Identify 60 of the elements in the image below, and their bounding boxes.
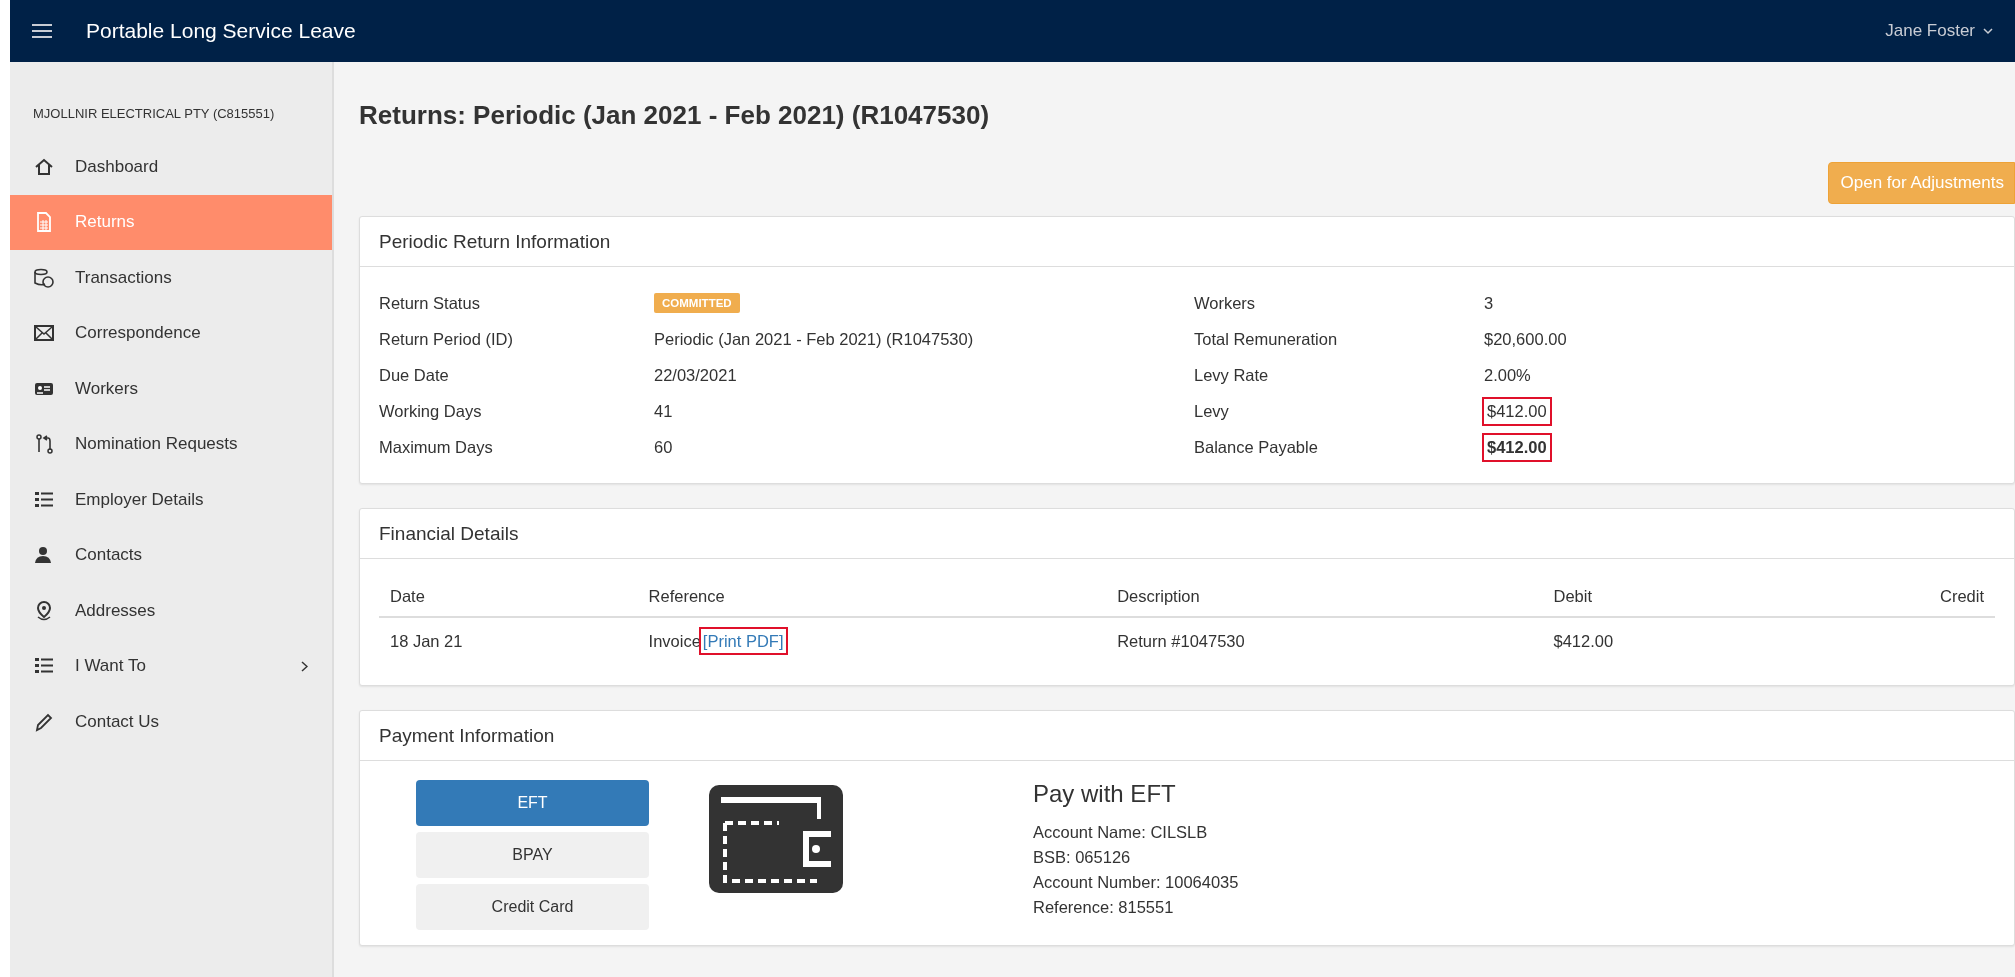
field-value: 41: [654, 401, 673, 421]
sidebar-item[interactable]: Contacts: [10, 527, 332, 583]
payment-method-tab[interactable]: BPAY: [416, 832, 649, 878]
field-label: Levy Rate: [1194, 365, 1269, 385]
app-title: Portable Long Service Leave: [86, 19, 357, 43]
sidebar-item[interactable]: Transactions: [10, 250, 332, 306]
field-label: Levy: [1194, 401, 1229, 421]
panel-title: Financial Details: [379, 522, 519, 545]
status-badge: COMMITTED: [654, 293, 740, 313]
payment-detail: Reference: 815551: [1033, 897, 1175, 918]
field-label: Balance Payable: [1194, 437, 1318, 457]
field-label: Return Status: [379, 293, 480, 313]
table-cell: 18 Jan 21: [379, 617, 638, 665]
field-label: Return Period (ID): [379, 329, 513, 349]
table-cell: Invoice: [648, 632, 701, 650]
sidebar-item[interactable]: Employer Details: [10, 472, 332, 528]
sidebar-item[interactable]: Contact Us: [10, 694, 332, 750]
branch-icon: [33, 433, 55, 456]
panel-title: Periodic Return Information: [379, 230, 611, 253]
sidebar-item[interactable]: I Want To: [10, 638, 332, 694]
payment-detail: Account Number: 10064035: [1033, 872, 1239, 893]
field-value: 60: [654, 437, 673, 457]
payment-method-tab[interactable]: Credit Card: [416, 884, 649, 930]
table-cell: Return #1047530: [1106, 617, 1543, 665]
field-label: Workers: [1194, 293, 1256, 313]
menu-icon[interactable]: [32, 23, 52, 39]
field-label: Due Date: [379, 365, 449, 385]
field-value: 2.00%: [1484, 365, 1531, 385]
column-header: Date: [379, 577, 638, 617]
sidebar-item[interactable]: Addresses: [10, 583, 332, 639]
field-label: Working Days: [379, 401, 482, 421]
sidebar-item[interactable]: Correspondence: [10, 305, 332, 361]
field-label: Total Remuneration: [1194, 329, 1338, 349]
print-pdf-link[interactable]: [Print PDF]: [700, 629, 786, 653]
page-title: Returns: Periodic (Jan 2021 - Feb 2021) (R1047530): [359, 100, 991, 131]
highlighted-value: $412.00: [1484, 398, 1550, 424]
payment-heading: Pay with EFT: [1033, 780, 1177, 808]
field-value: 3: [1484, 293, 1494, 313]
payment-detail: Account Name: CILSLB: [1033, 822, 1209, 843]
payment-method-tab[interactable]: EFT: [416, 780, 649, 826]
sidebar-item[interactable]: Nomination Requests: [10, 416, 332, 472]
company-name: MJOLLNIR ELECTRICAL PTY (C815551): [32, 106, 276, 123]
field-label: Maximum Days: [379, 437, 493, 457]
column-header: Reference: [637, 577, 1107, 617]
chevron-down-icon[interactable]: [1983, 27, 1993, 35]
column-header: Credit: [1865, 577, 1995, 617]
payment-detail: BSB: 065126: [1033, 847, 1132, 868]
coins-icon: [33, 266, 55, 289]
column-header: Description: [1106, 577, 1543, 617]
highlighted-value: $412.00: [1484, 434, 1550, 460]
wallet-icon: [709, 785, 843, 893]
field-value: $20,600.00: [1484, 329, 1567, 349]
table-cell: $412.00: [1542, 617, 1866, 665]
sidebar-item[interactable]: Dashboard: [10, 139, 332, 195]
panel-title: Payment Information: [379, 724, 555, 747]
user-menu[interactable]: Jane Foster: [1885, 21, 1975, 41]
column-header: Debit: [1542, 577, 1866, 617]
field-value: Periodic (Jan 2021 - Feb 2021) (R1047530): [654, 329, 974, 349]
field-value: 22/03/2021: [654, 365, 737, 385]
sidebar-item[interactable]: Workers: [10, 361, 332, 417]
